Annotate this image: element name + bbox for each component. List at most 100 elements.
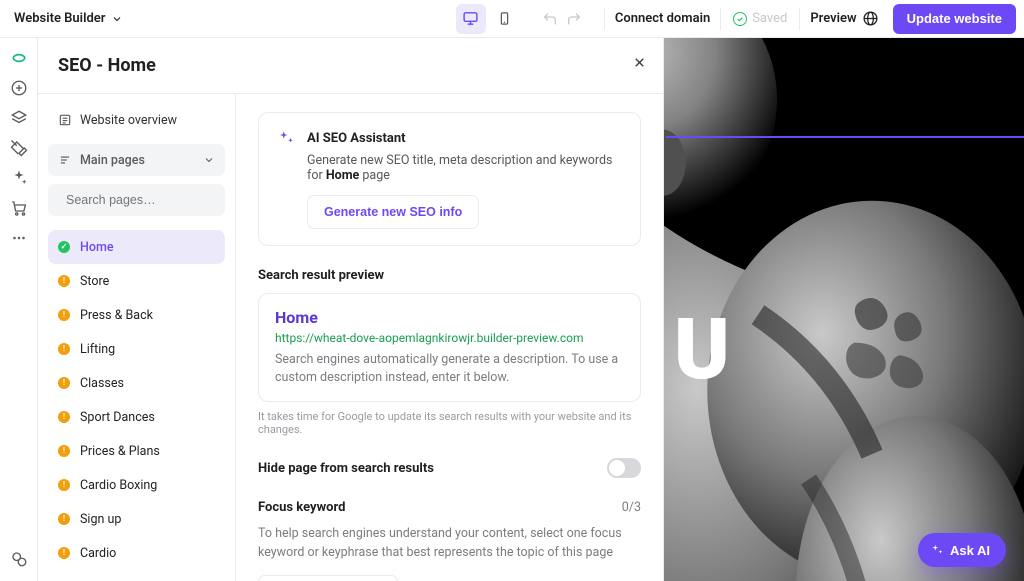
close-panel-button[interactable]	[629, 52, 649, 72]
page-item-label: Cardio	[80, 546, 116, 561]
search-preview-heading: Search result preview	[258, 268, 641, 283]
focus-keyword-heading: Focus keyword	[258, 500, 345, 515]
plus-circle-icon	[10, 79, 28, 97]
status-warning-icon	[58, 275, 70, 287]
page-item[interactable]: Cardio Boxing	[48, 468, 225, 502]
device-toggle	[456, 4, 520, 34]
page-item[interactable]: Press & Back	[48, 298, 225, 332]
assistant-description: Generate new SEO title, meta description…	[307, 153, 622, 183]
hide-page-toggle[interactable]	[607, 458, 641, 478]
selection-outline	[666, 136, 1024, 138]
focus-keyword-count: 0/3	[622, 500, 641, 515]
overview-label: Website overview	[80, 113, 177, 128]
panel-title: SEO - Home	[58, 55, 156, 76]
undo-button[interactable]	[542, 11, 558, 27]
page-item[interactable]: Home	[48, 230, 225, 264]
hide-page-label: Hide page from search results	[258, 461, 434, 476]
status-warning-icon	[58, 309, 70, 321]
page-item[interactable]: Classes	[48, 366, 225, 400]
saved-indicator: Saved	[733, 11, 787, 26]
tool-rail	[0, 38, 38, 581]
page-item-label: Sport Dances	[80, 410, 155, 425]
sparkle-icon	[277, 129, 295, 147]
search-preview-card: Home https://wheat-dove-aopemlagnkirowjr…	[258, 293, 641, 402]
redo-button[interactable]	[566, 11, 582, 27]
logo-icon[interactable]	[5, 44, 33, 72]
site-switcher[interactable]: Website Builder	[14, 11, 123, 26]
page-item-label: Home	[80, 240, 114, 255]
ask-ai-label: Ask AI	[950, 543, 990, 558]
seo-content: AI SEO Assistant Generate new SEO title,…	[236, 94, 663, 581]
pages-search[interactable]	[48, 184, 225, 216]
status-warning-icon	[58, 411, 70, 423]
page-item-label: Cardio Boxing	[80, 478, 157, 493]
page-item[interactable]: Lifting	[48, 332, 225, 366]
overview-icon	[58, 113, 72, 127]
status-warning-icon	[58, 547, 70, 559]
status-ok-icon	[58, 241, 70, 253]
globe-button[interactable]	[857, 5, 885, 33]
gear-icon	[10, 550, 28, 568]
page-item-label: Classes	[80, 376, 124, 391]
cart-icon	[10, 199, 28, 217]
chevron-down-icon	[203, 154, 215, 166]
store-button[interactable]	[5, 194, 33, 222]
focus-keyword-hint: To help search engines understand your c…	[258, 525, 641, 563]
generate-seo-button[interactable]: Generate new SEO info	[307, 195, 479, 229]
page-item[interactable]: Cardio	[48, 536, 225, 570]
sparkle-icon	[930, 543, 944, 557]
list-icon	[58, 153, 72, 167]
more-icon	[10, 229, 28, 247]
website-overview-link[interactable]: Website overview	[48, 104, 225, 136]
page-item-label: Lifting	[80, 342, 115, 357]
group-label: Main pages	[80, 153, 145, 168]
page-item-label: Sign up	[80, 512, 121, 527]
preview-canvas[interactable]: U Ask AI	[664, 38, 1024, 581]
update-website-button[interactable]: Update website	[893, 4, 1016, 34]
page-item-label: Prices & Plans	[80, 444, 160, 459]
ai-seo-assistant-card: AI SEO Assistant Generate new SEO title,…	[258, 112, 641, 246]
status-warning-icon	[58, 343, 70, 355]
pages-group-toggle[interactable]: Main pages	[48, 144, 225, 176]
connect-domain-link[interactable]: Connect domain	[615, 11, 710, 26]
pages-search-input[interactable]	[66, 193, 227, 207]
sparkle-icon	[10, 169, 28, 187]
page-item[interactable]: Store	[48, 264, 225, 298]
page-item[interactable]: Sign up	[48, 502, 225, 536]
hero-text: U	[674, 308, 732, 392]
chevron-down-icon	[111, 13, 123, 25]
design-button[interactable]	[5, 134, 33, 162]
layers-icon	[10, 109, 28, 127]
page-item-label: Store	[80, 274, 109, 289]
status-warning-icon	[58, 377, 70, 389]
preview-link[interactable]: Preview	[810, 11, 856, 26]
site-name: Website Builder	[14, 11, 105, 26]
preview-description: Search engines automatically generate a …	[275, 351, 624, 387]
page-item[interactable]: Sport Dances	[48, 400, 225, 434]
page-item-label: Press & Back	[80, 308, 153, 323]
ask-ai-button[interactable]: Ask AI	[918, 533, 1006, 567]
preview-url: https://wheat-dove-aopemlagnkirowjr.buil…	[275, 331, 624, 345]
more-button[interactable]	[5, 224, 33, 252]
ai-button[interactable]	[5, 164, 33, 192]
status-warning-icon	[58, 445, 70, 457]
layers-button[interactable]	[5, 104, 33, 132]
preview-note: It takes time for Google to update its s…	[258, 410, 641, 436]
settings-button[interactable]	[5, 545, 33, 573]
desktop-icon	[462, 10, 479, 27]
status-warning-icon	[58, 479, 70, 491]
check-circle-icon	[733, 12, 747, 26]
pages-sidebar: Website overview Main pages Home Store Pre…	[38, 94, 236, 581]
close-icon	[632, 55, 647, 70]
saved-text: Saved	[752, 11, 787, 26]
mobile-view-button[interactable]	[490, 4, 520, 34]
add-keyword-button[interactable]: Add new keyword	[258, 575, 398, 581]
seo-panel: SEO - Home Website overview Main pages	[38, 38, 664, 581]
globe-icon	[862, 10, 879, 27]
page-item[interactable]: Prices & Plans	[48, 434, 225, 468]
assistant-title: AI SEO Assistant	[307, 131, 406, 146]
add-button[interactable]	[5, 74, 33, 102]
pen-icon	[10, 139, 28, 157]
undo-icon	[542, 11, 558, 27]
desktop-view-button[interactable]	[456, 4, 486, 34]
